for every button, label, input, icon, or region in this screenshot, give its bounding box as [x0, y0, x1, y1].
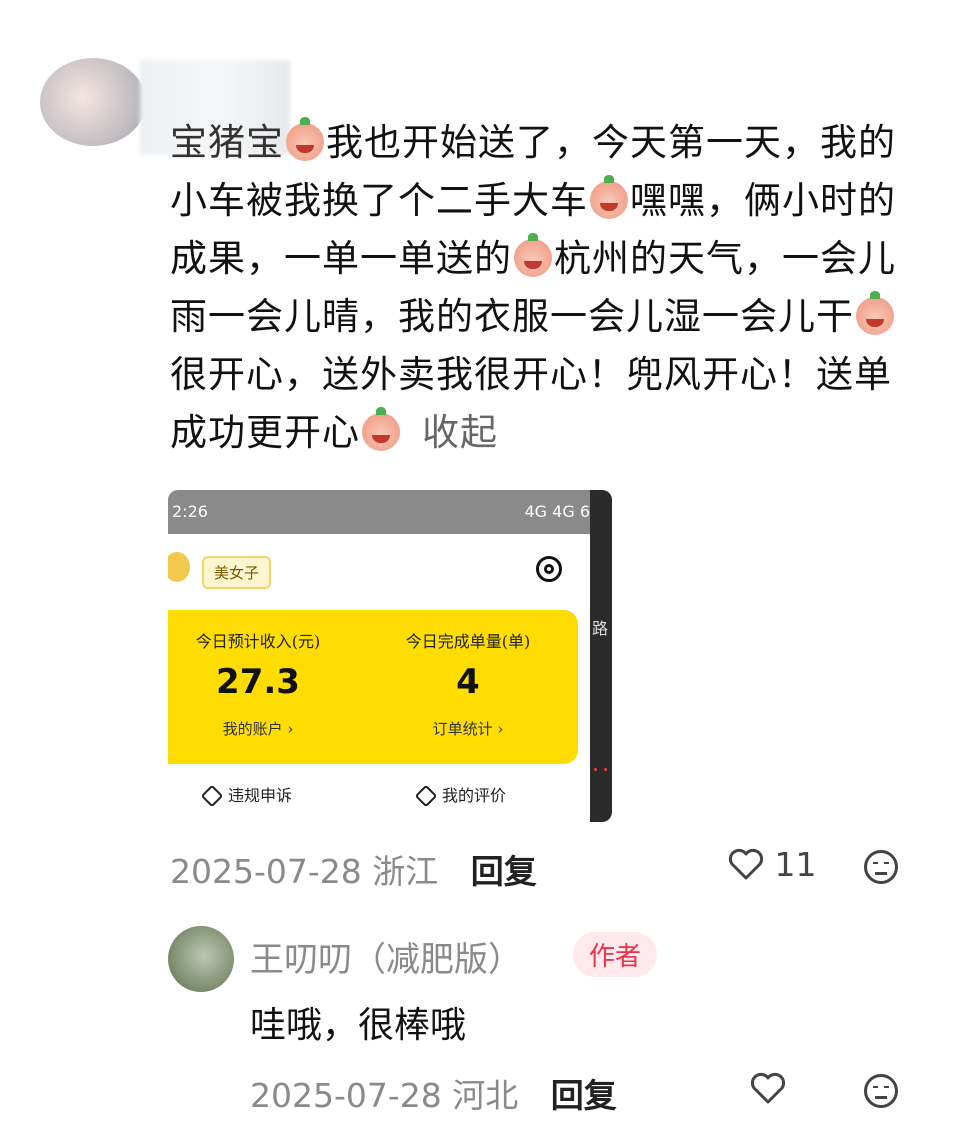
reply-meta: 2025-07-28 河北 回复 [250, 1069, 617, 1117]
status-indicators: 4G 4G 6 [524, 502, 590, 521]
emoji-icon [856, 291, 894, 335]
review-label: 我的评价 [442, 786, 507, 805]
appeal-label: 违规申诉 [228, 786, 293, 805]
commenter-avatar[interactable] [40, 58, 146, 146]
reply-date: 2025-07-28 [250, 1076, 442, 1115]
emoji-icon [514, 233, 552, 277]
orders-stat: 今日完成单量(单) 4 订单统计 › [378, 628, 558, 739]
face-icon[interactable] [864, 850, 898, 884]
red-dot [594, 768, 597, 771]
reply-text: 哇哦，很棒哦 [250, 1005, 467, 1046]
comment-body: 宝猪宝 我也开始送了，今天第一天，我的小车被我换了个二手大车 嘿嘿，俩小时的成果，一… [170, 114, 915, 462]
comment-part-4: 很开心，送外卖我很开心！兜风开心！送单成功更开心 [170, 353, 892, 454]
attached-screenshot[interactable]: 2:26 4G 4G 6 美女子 今日预计收入(元) 27.3 我的账户 › 今… [168, 490, 612, 822]
income-stat: 今日预计收入(元) 27.3 我的账户 › [168, 628, 348, 739]
heart-icon [750, 1072, 786, 1104]
orders-value: 4 [456, 662, 480, 702]
appeal-item: 违规申诉 [200, 782, 293, 808]
settings-icon [536, 556, 562, 582]
side-strip: 路 [590, 490, 612, 822]
reply-avatar[interactable] [168, 926, 234, 992]
stats-card: 今日预计收入(元) 27.3 我的账户 › 今日完成单量(单) 4 订单统计 › [168, 610, 578, 764]
reply-button[interactable]: 回复 [471, 852, 537, 891]
orders-link: 订单统计 › [432, 720, 504, 738]
orders-label: 今日完成单量(单) [405, 632, 531, 651]
red-dot [604, 768, 607, 771]
reply-reply-button[interactable]: 回复 [551, 1076, 617, 1115]
reply-username[interactable]: 王叨叨（减肥版） [250, 932, 522, 981]
comment-location: 浙江 [372, 852, 439, 891]
appeal-icon [200, 784, 224, 808]
comment-prefix: 宝猪宝 [170, 121, 284, 164]
emoji-icon [590, 175, 628, 219]
heart-icon [728, 848, 764, 880]
reply-location: 河北 [452, 1076, 519, 1115]
like-button[interactable]: 11 [728, 845, 817, 884]
author-badge: 作者 [573, 932, 658, 977]
face-icon[interactable] [864, 1074, 898, 1108]
rider-avatar [168, 552, 190, 582]
collapse-link[interactable]: 收起 [422, 411, 498, 454]
account-link: 我的账户 › [222, 720, 294, 738]
comment-meta: 2025-07-28 浙江 回复 [170, 845, 537, 893]
status-bar: 2:26 4G 4G 6 [168, 490, 612, 534]
emoji-icon [362, 407, 400, 451]
income-label: 今日预计收入(元) [195, 632, 321, 651]
status-time: 2:26 [172, 502, 208, 521]
comment-date: 2025-07-28 [170, 852, 362, 891]
reply-like-button[interactable] [750, 1072, 786, 1112]
review-item: 我的评价 [414, 782, 507, 808]
like-count: 11 [774, 845, 817, 884]
star-icon [414, 784, 438, 808]
emoji-icon [286, 117, 324, 161]
income-value: 27.3 [216, 662, 300, 702]
name-tag: 美女子 [202, 556, 272, 589]
side-text: 路 [592, 619, 609, 638]
